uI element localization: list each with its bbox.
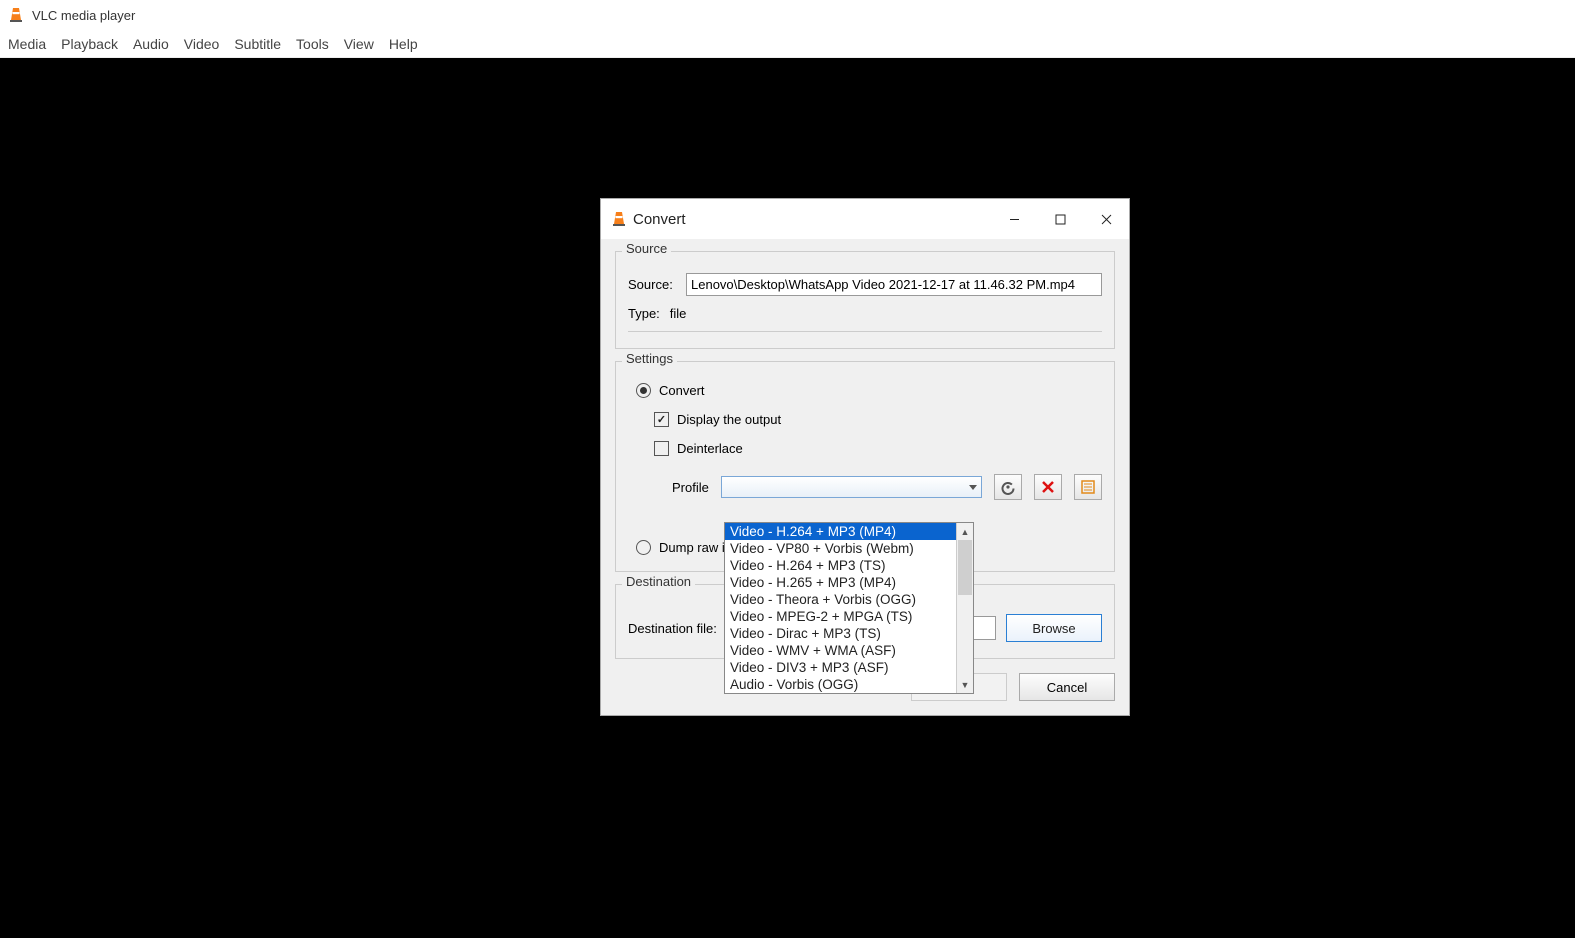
profile-select[interactable] [721, 476, 982, 498]
scroll-up-icon[interactable]: ▲ [957, 523, 973, 540]
menu-view[interactable]: View [344, 36, 374, 52]
dump-raw-radio[interactable] [636, 540, 651, 555]
profile-option[interactable]: Video - H.265 + MP3 (MP4) [725, 574, 956, 591]
destination-label: Destination file: [628, 621, 717, 636]
convert-label: Convert [659, 383, 705, 398]
close-button[interactable] [1083, 199, 1129, 239]
display-output-label: Display the output [677, 412, 781, 427]
app-title: VLC media player [32, 8, 135, 23]
type-label: Type: [628, 306, 660, 321]
dropdown-scrollbar[interactable]: ▲ ▼ [956, 523, 973, 693]
profile-option[interactable]: Video - H.264 + MP3 (TS) [725, 557, 956, 574]
profile-option[interactable]: Video - DIV3 + MP3 (ASF) [725, 659, 956, 676]
profile-option[interactable]: Video - VP80 + Vorbis (Webm) [725, 540, 956, 557]
menu-tools[interactable]: Tools [296, 36, 329, 52]
type-value: file [670, 306, 687, 321]
vlc-icon [611, 211, 627, 227]
profile-option[interactable]: Video - H.264 + MP3 (MP4) [725, 523, 956, 540]
deinterlace-label: Deinterlace [677, 441, 743, 456]
menu-subtitle[interactable]: Subtitle [234, 36, 281, 52]
dropdown-items: Video - H.264 + MP3 (MP4) Video - VP80 +… [725, 523, 956, 693]
main-titlebar: VLC media player [0, 0, 1575, 30]
source-group: Source Source: Type: file [615, 251, 1115, 349]
dialog-titlebar: Convert [601, 199, 1129, 239]
new-profile-button[interactable] [1074, 474, 1102, 500]
main-window: VLC media player Media Playback Audio Vi… [0, 0, 1575, 58]
dialog-title: Convert [633, 211, 991, 228]
scroll-down-icon[interactable]: ▼ [957, 676, 973, 693]
destination-group-label: Destination [622, 574, 695, 589]
profile-option[interactable]: Video - Dirac + MP3 (TS) [725, 625, 956, 642]
vlc-icon [8, 7, 24, 23]
cancel-button[interactable]: Cancel [1019, 673, 1115, 701]
menubar: Media Playback Audio Video Subtitle Tool… [0, 30, 1575, 58]
display-output-checkbox[interactable] [654, 412, 669, 427]
menu-help[interactable]: Help [389, 36, 418, 52]
profile-label: Profile [672, 480, 709, 495]
profile-option[interactable]: Audio - Vorbis (OGG) [725, 676, 956, 693]
convert-radio[interactable] [636, 383, 651, 398]
menu-media[interactable]: Media [8, 36, 46, 52]
menu-video[interactable]: Video [184, 36, 220, 52]
profile-option[interactable]: Video - Theora + Vorbis (OGG) [725, 591, 956, 608]
settings-group-label: Settings [622, 351, 677, 366]
profile-option[interactable]: Video - MPEG-2 + MPGA (TS) [725, 608, 956, 625]
menu-playback[interactable]: Playback [61, 36, 118, 52]
scroll-thumb[interactable] [958, 540, 972, 595]
maximize-button[interactable] [1037, 199, 1083, 239]
source-input[interactable] [686, 273, 1102, 296]
source-label: Source: [628, 277, 676, 292]
delete-profile-button[interactable] [1034, 474, 1062, 500]
menu-audio[interactable]: Audio [133, 36, 169, 52]
edit-profile-button[interactable] [994, 474, 1022, 500]
window-buttons [991, 199, 1129, 239]
deinterlace-checkbox[interactable] [654, 441, 669, 456]
browse-button[interactable]: Browse [1006, 614, 1102, 642]
profile-option[interactable]: Video - WMV + WMA (ASF) [725, 642, 956, 659]
minimize-button[interactable] [991, 199, 1037, 239]
profile-dropdown: Video - H.264 + MP3 (MP4) Video - VP80 +… [724, 522, 974, 694]
source-group-label: Source [622, 241, 671, 256]
